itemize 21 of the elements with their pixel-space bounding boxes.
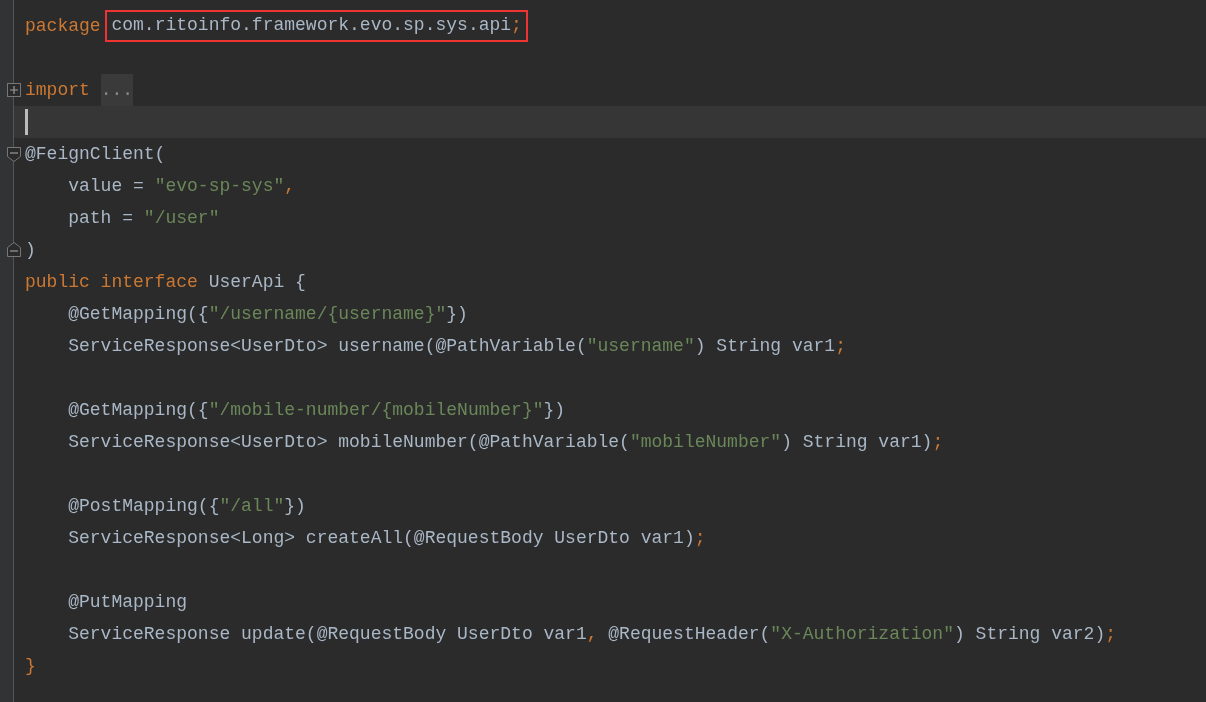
code-line: @GetMapping({"/mobile-number/{mobileNumber}"}) (67, 398, 566, 422)
code-line: ServiceResponse<Long> createAll(@RequestBody UserDto var1); (67, 526, 706, 550)
code-line: @FeignClient( (25, 142, 166, 166)
code-line: } (25, 654, 36, 678)
fold-minus-icon[interactable] (6, 146, 22, 162)
code-line: ServiceResponse<UserDto> mobileNumber(@PathVariable("mobileNumber") String var1); (67, 430, 944, 454)
code-line: ServiceResponse<UserDto> username(@PathVariable("username") String var1; (67, 334, 846, 358)
code-line: ) (25, 238, 36, 262)
code-line: path = "/user" (67, 206, 220, 230)
code-text: package (25, 14, 102, 38)
code-text: import (25, 78, 91, 102)
code-line: public interface UserApi { (25, 270, 306, 294)
code-line: @PostMapping({"/all"}) (67, 494, 306, 518)
code-line: @PutMapping (67, 590, 188, 614)
highlighted-code: com.ritoinfo.framework.evo.sp.sys.api; (105, 10, 528, 42)
text-caret (25, 109, 28, 135)
code-line: value = "evo-sp-sys", (67, 174, 296, 198)
plus-box-icon[interactable] (6, 82, 22, 98)
code-line: ServiceResponse update(@RequestBody UserDto var1, @RequestHeader("X-Authorization") String var2); (67, 622, 1117, 646)
folded-code-placeholder[interactable]: ... (100, 74, 134, 106)
code-line: @GetMapping({"/username/{username}"}) (67, 302, 468, 326)
